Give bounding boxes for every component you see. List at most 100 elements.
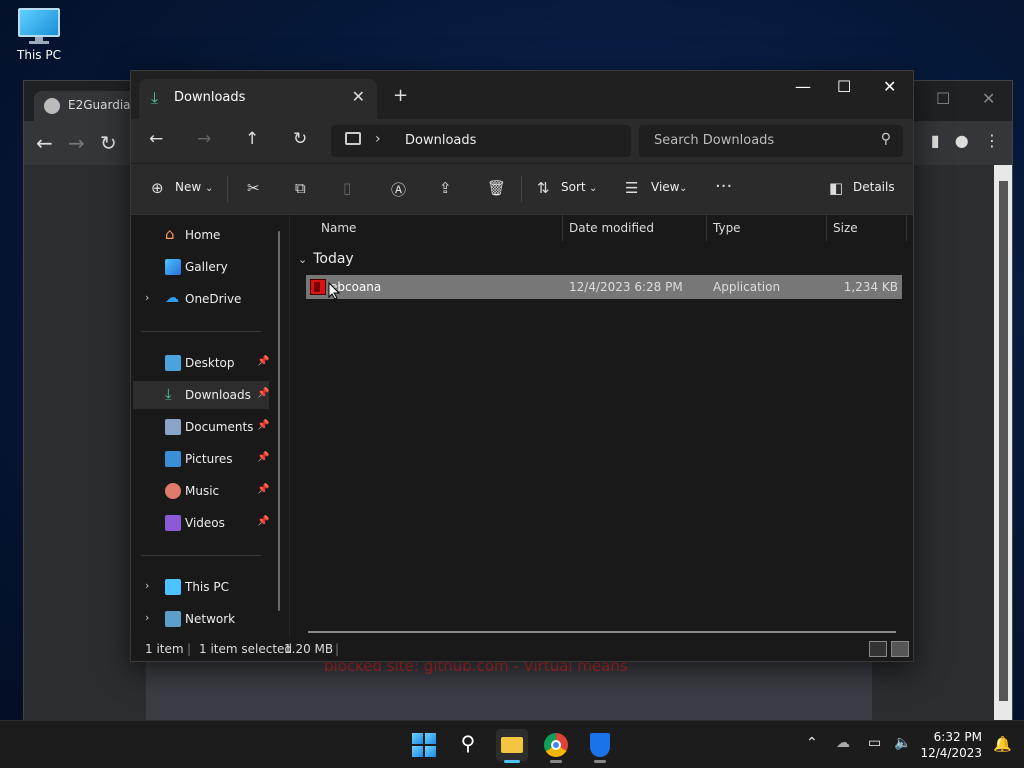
chevron-right-icon[interactable]: › <box>145 291 149 304</box>
forward-icon[interactable]: → <box>68 131 85 155</box>
file-size: 1,234 KB <box>843 280 898 294</box>
column-date-modified[interactable]: Date modified <box>569 221 654 235</box>
browser-scrollbar[interactable] <box>994 165 1012 721</box>
details-view-icon[interactable] <box>869 641 887 657</box>
column-size[interactable]: Size <box>833 221 858 235</box>
back-icon[interactable]: ← <box>36 131 53 155</box>
close-icon[interactable]: ✕ <box>982 89 995 108</box>
file-row[interactable]: ebcoana 12/4/2023 6:28 PM Application 1,… <box>306 275 902 299</box>
music-icon <box>165 483 181 499</box>
address-bar[interactable]: › Downloads <box>331 125 631 157</box>
start-button[interactable] <box>408 729 440 761</box>
videos-icon <box>165 515 181 531</box>
paste-icon[interactable]: ▯ <box>343 179 351 197</box>
details-pane-icon: ◧ <box>829 179 844 197</box>
status-bar: 1 item | 1 item selected 1.20 MB | <box>131 637 913 661</box>
nav-item-downloads[interactable]: ⤓ Downloads 📌 <box>133 381 269 409</box>
rename-icon[interactable]: Ⓐ <box>391 179 406 200</box>
forward-icon[interactable]: → <box>197 129 211 149</box>
column-name[interactable]: Name <box>321 221 356 235</box>
column-type[interactable]: Type <box>713 221 741 235</box>
notification-bell-icon[interactable]: 🔔 <box>993 735 1012 753</box>
network-icon <box>165 611 181 627</box>
file-type: Application <box>713 280 781 294</box>
pin-icon[interactable]: 📌 <box>257 484 269 495</box>
group-header-today[interactable]: ⌄ Today <box>298 251 354 267</box>
delete-icon[interactable]: 🗑 <box>487 179 506 197</box>
explorer-tab[interactable]: ⤓ Downloads ✕ <box>139 79 377 119</box>
chevron-right-icon[interactable]: › <box>145 579 149 592</box>
profile-icon[interactable]: ● <box>955 131 969 150</box>
maximize-icon[interactable]: ☐ <box>936 89 950 108</box>
nav-item-onedrive[interactable]: › ☁ OneDrive <box>133 285 269 313</box>
refresh-icon[interactable]: ↻ <box>293 129 307 149</box>
view-button[interactable]: View <box>651 180 679 194</box>
cloud-icon: ☁ <box>165 290 179 306</box>
system-clock[interactable]: 6:32 PM 12/4/2023 <box>920 729 982 761</box>
nav-item-desktop[interactable]: Desktop 📌 <box>133 349 269 377</box>
reload-icon[interactable]: ↻ <box>100 131 117 155</box>
search-taskbar-icon[interactable]: ⚲ <box>452 729 484 761</box>
chevron-right-icon[interactable]: › <box>375 131 381 147</box>
more-options-icon[interactable]: ··· <box>715 176 732 197</box>
search-input[interactable]: Search Downloads ⚲ <box>639 125 903 157</box>
up-icon[interactable]: ↑ <box>245 129 259 149</box>
pin-icon[interactable]: 📌 <box>257 356 269 367</box>
command-bar: ⊕ New ⌄ ✂ ⧉ ▯ Ⓐ ⇪ 🗑 ⇅ Sort ⌄ ☰ View ⌄ ··… <box>131 163 913 215</box>
maximize-icon[interactable]: ☐ <box>837 77 851 96</box>
chevron-right-icon[interactable]: › <box>145 611 149 624</box>
nav-item-music[interactable]: Music 📌 <box>133 477 269 505</box>
pin-icon[interactable]: 📌 <box>257 516 269 527</box>
pin-icon[interactable]: 📌 <box>257 420 269 431</box>
new-tab-icon[interactable]: + <box>393 85 408 106</box>
windows-logo-icon <box>412 733 436 757</box>
search-placeholder: Search Downloads <box>654 133 775 148</box>
sort-button[interactable]: Sort <box>561 180 586 194</box>
nav-scrollbar[interactable] <box>278 231 280 611</box>
nav-label: Pictures <box>185 452 233 466</box>
close-window-icon[interactable]: ✕ <box>883 77 896 96</box>
share-icon[interactable]: ⇪ <box>439 179 452 197</box>
pin-icon[interactable]: 📌 <box>257 388 269 399</box>
nav-item-gallery[interactable]: Gallery <box>133 253 269 281</box>
monitor-icon <box>18 8 60 44</box>
defender-taskbar-icon[interactable] <box>584 729 616 763</box>
menu-icon[interactable]: ⋮ <box>984 131 1000 150</box>
browser-tab-title: E2Guardian <box>68 98 139 112</box>
sort-icon: ⇅ <box>537 179 550 197</box>
file-explorer-taskbar-icon[interactable] <box>496 729 528 763</box>
details-button[interactable]: Details <box>853 180 895 194</box>
onedrive-icon[interactable]: ☁ <box>836 735 850 751</box>
breadcrumb[interactable]: Downloads <box>405 133 476 148</box>
nav-item-pictures[interactable]: Pictures 📌 <box>133 445 269 473</box>
nav-item-videos[interactable]: Videos 📌 <box>133 509 269 537</box>
network-icon[interactable]: ▭ <box>868 735 881 751</box>
cut-icon[interactable]: ✂ <box>247 179 260 197</box>
pin-icon[interactable]: 📌 <box>257 452 269 463</box>
chrome-taskbar-icon[interactable] <box>540 729 572 763</box>
nav-item-documents[interactable]: Documents 📌 <box>133 413 269 441</box>
tiles-view-icon[interactable] <box>891 641 909 657</box>
clock-date: 12/4/2023 <box>920 746 982 760</box>
sidepanel-icon[interactable]: ▮ <box>931 131 940 150</box>
nav-label: This PC <box>185 580 229 594</box>
navigation-pane: ⌂ Home Gallery › ☁ OneDrive Desktop 📌 ⤓ … <box>131 215 289 639</box>
file-list-scrollbar[interactable] <box>308 631 896 633</box>
nav-item-this-pc[interactable]: › This PC <box>133 573 269 601</box>
status-item-count: 1 item <box>145 642 184 656</box>
back-icon[interactable]: ← <box>149 129 163 149</box>
download-icon: ⤓ <box>165 385 172 403</box>
nav-item-home[interactable]: ⌂ Home <box>133 221 269 249</box>
volume-icon[interactable]: 🔈 <box>894 735 911 751</box>
close-tab-icon[interactable]: ✕ <box>352 87 365 106</box>
desktop-icon-this-pc[interactable]: This PC <box>12 8 66 62</box>
new-button[interactable]: New <box>175 180 201 194</box>
copy-icon[interactable]: ⧉ <box>295 179 306 197</box>
chevron-up-icon[interactable]: ⌃ <box>806 735 818 751</box>
group-label: Today <box>313 251 354 267</box>
chevron-down-icon: ⌄ <box>679 183 688 194</box>
minimize-icon[interactable]: — <box>795 77 811 96</box>
gallery-icon <box>165 259 181 275</box>
file-explorer-window[interactable]: ⤓ Downloads ✕ + — ☐ ✕ ← → ↑ ↻ › Download… <box>130 70 914 662</box>
nav-item-network[interactable]: › Network <box>133 605 269 633</box>
